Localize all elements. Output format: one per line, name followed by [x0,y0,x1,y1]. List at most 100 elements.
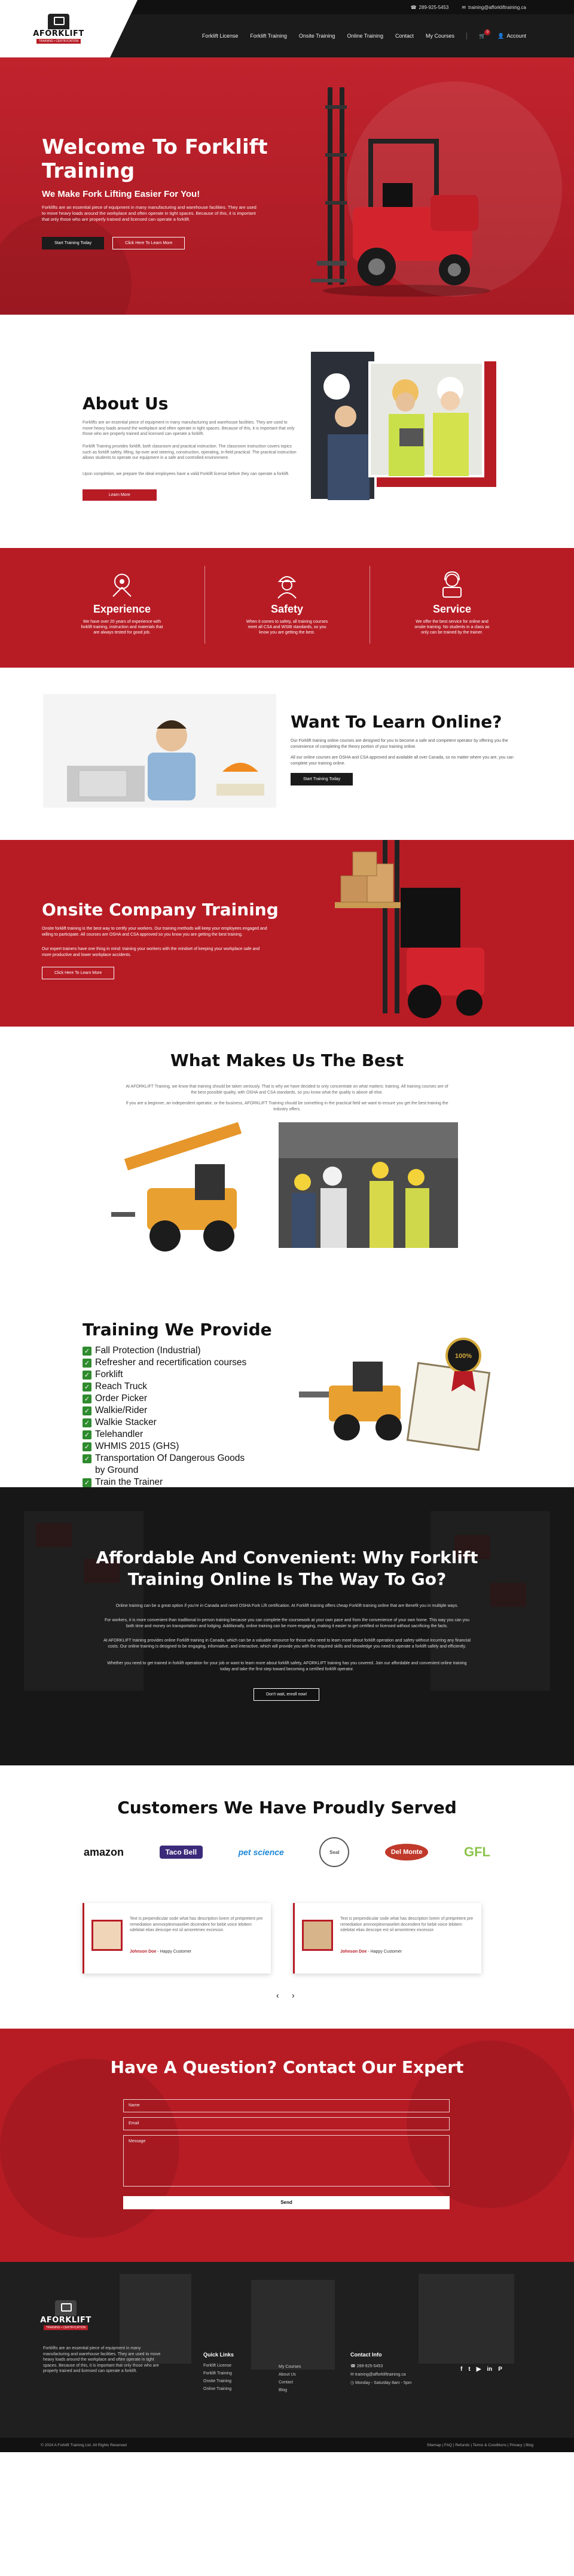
footer-more-links: My Courses About Us Contact Blog [279,2365,301,2396]
list-item: ✓ Fall Protection (Industrial) [83,1345,246,1357]
nav-item-my-courses[interactable]: My Courses [426,33,454,39]
footer-link[interactable]: Contact [279,2380,301,2385]
about-paragraph-1: Forklifts are an essential piece of equi… [83,421,295,436]
forklift-image [311,87,490,297]
list-item: ✓ Telehandler [83,1429,246,1441]
list-item: ✓ Forklift [83,1369,246,1381]
youtube-icon[interactable]: ▶ [477,2366,481,2373]
customer-logo: GFL [463,1844,490,1859]
social-links: f t ▶ in P [460,2366,502,2373]
nav-item-onsite-training[interactable]: Onsite Training [299,33,335,39]
check-icon: ✓ [83,1370,91,1380]
nav-item-online-training[interactable]: Online Training [347,33,383,39]
online-start-training-button[interactable]: Start Training Today [291,773,353,785]
linkedin-icon[interactable]: in [487,2366,492,2373]
twitter-icon[interactable]: t [468,2366,470,2373]
facebook-icon[interactable]: f [460,2366,462,2373]
nav-menu: Forklift License Forklift Training Onsit… [202,29,526,39]
check-icon: ✓ [83,1382,91,1391]
about-paragraph-3: Upon completion, we prepare the ideal em… [83,472,289,476]
check-icon: ✓ [83,1478,91,1487]
online-title: Want To Learn Online? [291,712,502,732]
message-field[interactable]: Message [123,2135,450,2187]
convenience-section: Affordable And Convenient: Why Forklift … [0,1487,574,1765]
hero-title: Welcome To Forklift Training [42,135,268,183]
online-paragraph-2: All our online courses are OSHA and CSA … [291,756,514,766]
customer-logo: amazon [84,1846,124,1858]
enroll-now-button[interactable]: Don't wait, enroll now! [254,1688,320,1701]
avatar [91,1920,123,1951]
onsite-learn-more-button[interactable]: Click Here To Learn More [42,967,115,979]
avatar [302,1920,333,1951]
mail-icon: ✉ [462,4,466,10]
footer-hours: ◷ Monday - Saturday 8am - 5pm [350,2381,412,2385]
learn-more-button[interactable]: Click Here To Learn More [112,237,185,249]
footer-link[interactable]: Forklift License [203,2364,234,2368]
feature-experience: Experience We have over 20 years of expe… [62,570,182,635]
email-contact[interactable]: ✉ training@afforkliftraining.ca [462,5,526,10]
customer-logo: pet science [238,1847,284,1857]
onsite-paragraph-2: Our expert trainers have one thing in mi… [42,947,260,957]
team-meeting-image [279,1122,458,1248]
online-section: Want To Learn Online? Our Forklift train… [0,668,574,840]
footer-link[interactable]: My Courses [279,2365,301,2369]
footer-logo[interactable]: AFORKLIFT TRAINING • CERTIFICATION [40,2300,91,2330]
copyright-bar: © 2024 A Forklift Training Ltd. All Righ… [0,2438,574,2452]
account-link[interactable]: 👤 Account [497,33,526,39]
nav-item-contact[interactable]: Contact [395,33,414,39]
clock-icon: ◷ [350,2381,356,2385]
carousel-next-button[interactable]: › [292,1990,295,2000]
carousel-prev-button[interactable]: ‹ [276,1990,279,2000]
footer-link[interactable]: Forklift Training [203,2371,234,2376]
phone-contact[interactable]: ☎ 289-925-5453 [411,5,449,10]
onsite-title: Onsite Company Training [42,900,279,919]
phone-icon: ☎ [410,4,417,10]
telehandler-image [111,1122,242,1252]
contact-title: Have A Question? Contact Our Expert [110,2057,464,2077]
online-paragraph-1: Our Forklift training online courses are… [291,739,508,749]
convenience-paragraph-1: Online training can be a great option if… [115,1604,459,1608]
logo-link[interactable]: AFORKLIFT TRAINING • CERTIFICATION [0,0,138,57]
name-field[interactable]: Name [123,2099,450,2112]
mail-icon: ✉ [350,2373,355,2377]
footer-quick-links: Quick Links Forklift License Forklift Tr… [203,2352,234,2391]
footer-link[interactable]: Online Training [203,2387,234,2391]
footer-about: Forklifts are an essential piece of equi… [43,2346,161,2373]
convenience-paragraph-3: At AFORKLIFT training provides online Fo… [103,1639,471,1649]
best-section: What Makes Us The Best At AFORKLIFT Trai… [0,1027,574,1308]
check-icon: ✓ [83,1430,91,1439]
list-item: ✓ Order Picker [83,1393,246,1405]
cart-button[interactable]: 🛒 0 [479,29,491,39]
send-button[interactable]: Send [123,2196,450,2209]
footer-email[interactable]: ✉ training@afforkliftraining.ca [350,2372,412,2377]
forklift-logo-icon [48,14,69,29]
about-learn-more-button[interactable]: Learn More [83,489,157,501]
customer-logos: amazon Taco Bell pet science Seal Del Mo… [84,1837,490,1867]
main-navigation: AFORKLIFT TRAINING • CERTIFICATION Forkl… [0,0,574,57]
footer-phone[interactable]: ☎ 289-925-5453 [350,2364,412,2368]
forklift-boxes-image [335,840,484,1018]
email-field[interactable]: Email [123,2117,450,2130]
footer-link[interactable]: About Us [279,2373,301,2377]
check-icon: ✓ [83,1418,91,1427]
list-item: by Ground [95,1465,139,1475]
feature-service: Service We offer the best service for on… [392,570,512,635]
onsite-section: Onsite Company Training Onsite forklift … [0,840,574,1027]
footer-link[interactable]: Blog [279,2388,301,2392]
customer-logo: Taco Bell [159,1846,203,1859]
feature-safety: Safety When it comes to safety, all trai… [227,570,347,635]
best-paragraph-2: If you are a beginner, an independent op… [126,1101,448,1112]
onsite-paragraph-1: Onsite forklift training is the best way… [42,927,267,937]
legal-links[interactable]: Sitemap | FAQ | Refunds | Terms & Condit… [427,2443,533,2447]
phone-icon: ☎ [350,2364,357,2368]
convenience-paragraph-4: Whether you need to get trained in forkl… [107,1661,467,1671]
footer-link[interactable]: Onsite Training [203,2379,234,2383]
check-icon: ✓ [83,1358,91,1368]
nav-item-forklift-training[interactable]: Forklift Training [250,33,287,39]
convenience-title: Affordable And Convenient: Why Forklift … [96,1548,478,1589]
check-icon: ✓ [83,1394,91,1403]
pinterest-icon[interactable]: P [498,2366,502,2373]
nav-item-forklift-license[interactable]: Forklift License [202,33,239,39]
start-training-button[interactable]: Start Training Today [42,237,105,249]
list-item: ✓ Walkie/Rider [83,1405,246,1417]
